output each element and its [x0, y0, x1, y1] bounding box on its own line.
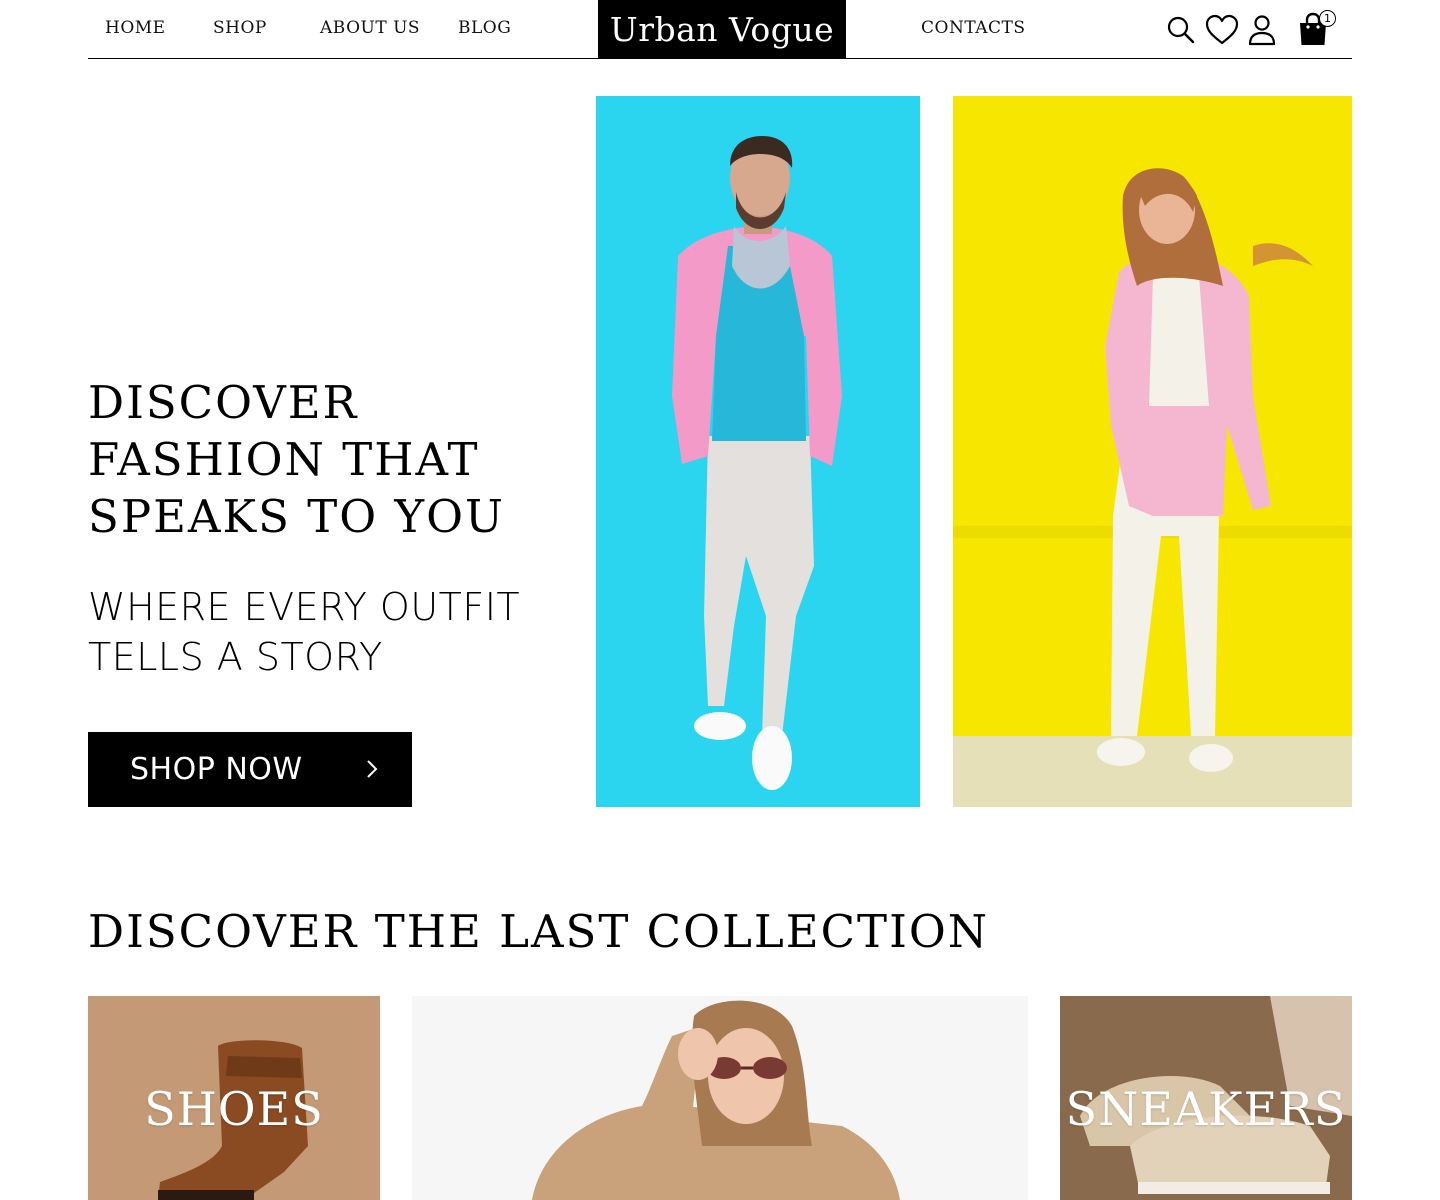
- category-label-shoes: SHOES: [144, 1082, 324, 1136]
- shop-now-label: SHOP NOW: [130, 752, 303, 787]
- hero-photo-man: [596, 96, 920, 807]
- site-header: HOME SHOP ABOUT US BLOG Urban Vogue CONT…: [88, 0, 1352, 59]
- nav-shop[interactable]: SHOP: [213, 18, 267, 38]
- search-icon[interactable]: [1164, 12, 1198, 48]
- shopping-bag-icon[interactable]: 1: [1296, 10, 1336, 48]
- category-tile-sneakers[interactable]: SNEAKERS: [1060, 996, 1352, 1200]
- category-tile-featured[interactable]: [412, 996, 1028, 1200]
- category-tile-shoes[interactable]: SHOES: [88, 996, 380, 1200]
- cart-count-badge: 1: [1319, 10, 1336, 27]
- nav-contacts[interactable]: CONTACTS: [921, 18, 1026, 38]
- hero-subtitle: WHERE EVERY OUTFIT TELLS A STORY: [88, 585, 521, 679]
- nav-about-us[interactable]: ABOUT US: [320, 18, 420, 38]
- heart-icon[interactable]: [1205, 12, 1239, 48]
- shop-now-button[interactable]: SHOP NOW: [88, 732, 412, 807]
- hero-title: DISCOVER FASHION THAT SPEAKS TO YOU: [88, 376, 505, 543]
- collection-title: DISCOVER THE LAST COLLECTION: [88, 905, 990, 958]
- user-icon[interactable]: [1245, 12, 1279, 48]
- nav-blog[interactable]: BLOG: [458, 18, 511, 38]
- hero-photo-woman: [953, 96, 1352, 807]
- chevron-right-icon: [367, 760, 378, 778]
- nav-home[interactable]: HOME: [105, 18, 166, 38]
- category-label-sneakers: SNEAKERS: [1065, 1082, 1347, 1136]
- brand-logo[interactable]: Urban Vogue: [598, 0, 846, 58]
- featured-model-image: [412, 996, 1028, 1200]
